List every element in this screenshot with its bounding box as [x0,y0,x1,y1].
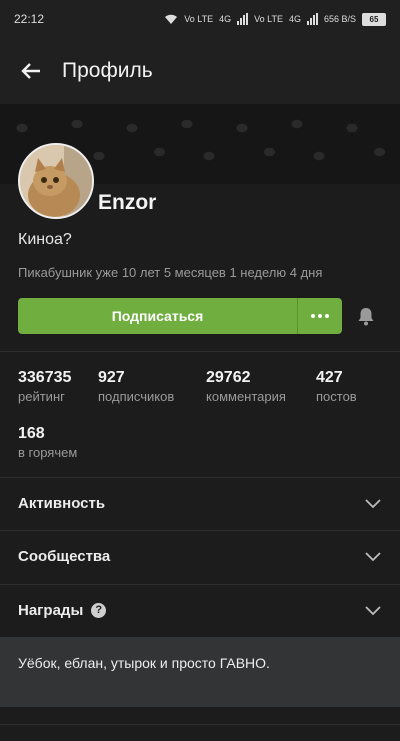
section-activity[interactable]: Активность [0,477,400,529]
stat-value: 29762 [206,369,251,386]
status-icons: Vo LTE 4G Vo LTE 4G 656 B/S 65 [164,12,386,26]
chevron-down-icon [365,552,381,562]
app-bar: Профиль [0,38,400,104]
dot-icon [325,314,329,318]
stat-label: рейтинг [18,389,65,404]
stat-value: 427 [316,369,343,386]
section-title-text: Награды [18,601,84,619]
divider [0,724,400,725]
battery-icon: 65 [362,12,386,26]
username: Enzor [98,191,157,214]
status-time: 22:12 [14,12,45,26]
chevron-down-icon [365,499,381,509]
status-bar: 22:12 Vo LTE 4G Vo LTE 4G 656 B/S 65 [0,0,400,38]
chevron-down-icon [365,606,381,616]
divider [0,351,400,352]
avatar[interactable] [18,143,94,219]
net-speed: 656 B/S [323,14,356,24]
section-title: Сообщества [18,547,111,565]
section-awards[interactable]: Награды ? [0,584,400,636]
stat-rating: 336735 рейтинг [18,369,71,404]
stat-comments[interactable]: 29762 комментария [206,369,286,404]
back-button[interactable] [0,38,62,104]
cat-avatar-image [20,145,92,217]
page-title: Профиль [62,59,153,82]
bell-icon[interactable] [355,305,377,327]
profile-bio: Киноа? [18,231,72,248]
stat-label: в горячем [18,445,78,460]
stat-posts[interactable]: 427 постов [316,369,357,404]
dot-icon [311,314,315,318]
network-label-1: Vo LTE [184,14,214,24]
stat-label: постов [316,389,357,404]
signal-icon [237,13,249,25]
signal-icon-2 [306,13,318,25]
more-options-button[interactable] [297,298,342,334]
battery-level: 65 [369,14,379,24]
stat-subscribers[interactable]: 927 подписчиков [98,369,174,404]
subscribe-button[interactable]: Подписаться [18,298,297,334]
stat-hot[interactable]: 168 в горячем [18,425,77,460]
help-icon[interactable]: ? [91,602,107,618]
stat-label: подписчиков [98,389,175,404]
section-title: Награды ? [18,601,107,619]
network-label-4: 4G [288,14,301,24]
subscribe-row: Подписаться [18,298,342,334]
network-label-3: Vo LTE [254,14,283,24]
stat-value: 168 [18,425,45,442]
dot-icon [318,314,322,318]
stat-value: 336735 [18,369,72,386]
stat-label: комментария [206,389,286,404]
network-label-2: 4G [219,14,232,24]
section-title: Активность [18,494,106,512]
profile-tenure: Пикабушник уже 10 лет 5 месяцев 1 неделю… [18,265,323,280]
user-note: Уёбок, еблан, утырок и просто ГАВНО. [0,637,400,707]
wifi-icon [165,14,178,24]
stat-value: 927 [98,369,125,386]
arrow-left-icon [21,63,40,79]
section-communities[interactable]: Сообщества [0,530,400,582]
